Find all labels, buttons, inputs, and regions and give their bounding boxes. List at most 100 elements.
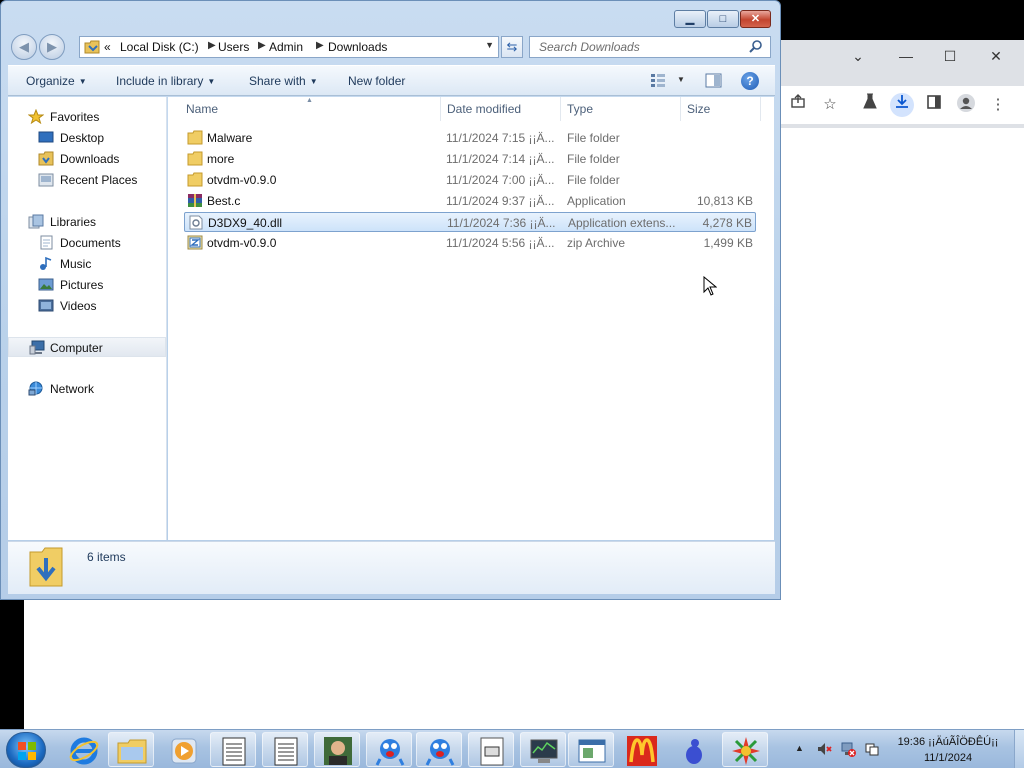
column-divider[interactable]: [560, 97, 561, 121]
labs-flask-icon[interactable]: [858, 93, 882, 117]
taskbar-explorer[interactable]: [108, 732, 154, 767]
breadcrumb-local-disk[interactable]: Local Disk (C:): [120, 40, 199, 54]
taskbar-notepad[interactable]: [210, 732, 256, 767]
file-date: 11/1/2024 7:14 ¡¡Ä...: [446, 152, 554, 166]
file-row[interactable]: Best.c 11/1/2024 9:37 ¡¡Ä... Application…: [184, 191, 756, 211]
profile-avatar-icon[interactable]: [954, 93, 978, 117]
file-date: 11/1/2024 7:00 ¡¡Ä...: [446, 173, 554, 187]
breadcrumb-separator-icon[interactable]: ▶: [316, 40, 324, 51]
taskbar-app-exe[interactable]: [468, 732, 514, 767]
taskbar-internet-explorer[interactable]: [60, 732, 106, 767]
tab-search-icon[interactable]: ⌄: [846, 46, 870, 66]
nav-network[interactable]: Network: [8, 379, 166, 399]
desktop-icon: [38, 131, 54, 143]
column-header-type[interactable]: Type: [567, 102, 593, 116]
nav-downloads[interactable]: Downloads: [8, 149, 166, 169]
nav-documents[interactable]: Documents: [8, 233, 166, 253]
show-desktop-button[interactable]: [1014, 730, 1024, 768]
nav-computer[interactable]: Computer: [8, 337, 166, 357]
file-type: zip Archive: [567, 236, 626, 250]
mouse-cursor-icon: [703, 276, 717, 296]
back-button[interactable]: ◀: [11, 34, 37, 60]
browser-menu-icon[interactable]: ⋮: [986, 93, 1010, 117]
nav-recent-places[interactable]: Recent Places: [8, 170, 166, 190]
colorful-app-icon: [732, 737, 760, 765]
browser-close-button[interactable]: ✕: [984, 46, 1008, 66]
column-divider[interactable]: [760, 97, 761, 121]
taskbar-notepad-2[interactable]: [262, 732, 308, 767]
breadcrumb-downloads[interactable]: Downloads: [328, 40, 387, 54]
close-button[interactable]: ✕: [740, 10, 771, 28]
help-icon[interactable]: ?: [741, 72, 759, 90]
taskbar-app-mcdonalds[interactable]: [618, 732, 664, 767]
downloads-folder-icon: [29, 547, 63, 587]
address-bar[interactable]: « Local Disk (C:) ▶ Users ▶ Admin ▶ Down…: [79, 36, 499, 58]
side-panel-icon[interactable]: [922, 93, 946, 117]
file-row[interactable]: more 11/1/2024 7:14 ¡¡Ä... File folder: [184, 149, 756, 169]
search-box[interactable]: [529, 36, 771, 58]
minimize-button[interactable]: ▁: [674, 10, 706, 28]
volume-muted-icon[interactable]: [816, 741, 832, 757]
taskbar-app-monitor[interactable]: [520, 732, 566, 767]
taskbar-app-blue-creature-2[interactable]: [416, 732, 462, 767]
refresh-button[interactable]: ⇆: [501, 36, 523, 58]
file-row[interactable]: Malware 11/1/2024 7:15 ¡¡Ä... File folde…: [184, 128, 756, 148]
show-hidden-icons-icon[interactable]: ▲: [795, 743, 804, 753]
nav-favorites[interactable]: Favorites: [8, 107, 166, 127]
forward-button[interactable]: ▶: [39, 34, 65, 60]
browser-maximize-button[interactable]: ☐: [938, 46, 962, 66]
new-folder-button[interactable]: New folder: [348, 74, 405, 88]
taskbar-app-figure[interactable]: [670, 732, 716, 767]
action-center-icon[interactable]: [864, 741, 880, 757]
file-row[interactable]: otvdm-v0.9.0 11/1/2024 7:00 ¡¡Ä... File …: [184, 170, 756, 190]
view-options-dropdown-icon[interactable]: ▼: [677, 75, 685, 84]
clock-time: 19:36 ¡¡ÄúÃÎÖÐÊÚ¡¡: [897, 736, 999, 748]
system-clock[interactable]: 19:36 ¡¡ÄúÃÎÖÐÊÚ¡¡ 11/1/2024: [885, 734, 1011, 766]
windows-logo-icon: [18, 742, 36, 760]
share-with-menu[interactable]: Share with ▼: [249, 74, 318, 88]
nav-pictures[interactable]: Pictures: [8, 275, 166, 295]
start-button[interactable]: [6, 732, 46, 768]
breadcrumb-separator-icon[interactable]: ▶: [258, 40, 266, 51]
column-divider[interactable]: [680, 97, 681, 121]
taskbar-media-player[interactable]: [160, 732, 206, 767]
network-error-icon[interactable]: [840, 741, 856, 757]
column-divider[interactable]: [440, 97, 441, 121]
breadcrumb-overflow[interactable]: «: [104, 40, 111, 54]
nav-documents-label: Documents: [60, 236, 121, 250]
taskbar-app-window[interactable]: [568, 732, 614, 767]
breadcrumb-separator-icon[interactable]: ▶: [208, 40, 216, 51]
search-input[interactable]: [530, 37, 740, 57]
share-icon[interactable]: [786, 93, 810, 117]
taskbar-app-blue-creature[interactable]: [366, 732, 412, 767]
breadcrumb-admin[interactable]: Admin: [269, 40, 303, 54]
preview-pane-icon[interactable]: [705, 73, 722, 88]
taskbar: ▲ 19:36 ¡¡ÄúÃÎÖÐÊÚ¡¡ 11/1/2024: [0, 729, 1024, 768]
column-header-name[interactable]: Name: [186, 102, 218, 116]
column-header-date[interactable]: Date modified: [447, 102, 521, 116]
folder-icon: [84, 40, 100, 54]
change-view-icon[interactable]: [650, 73, 666, 87]
file-row[interactable]: otvdm-v0.9.0 11/1/2024 5:56 ¡¡Ä... zip A…: [184, 233, 756, 253]
nav-libraries[interactable]: Libraries: [8, 212, 166, 232]
taskbar-app-portrait[interactable]: [314, 732, 360, 767]
search-icon[interactable]: [748, 39, 764, 55]
file-row-selected[interactable]: D3DX9_40.dll 11/1/2024 7:36 ¡¡Ä... Appli…: [184, 212, 756, 232]
bookmark-star-icon[interactable]: ☆: [818, 93, 842, 117]
organize-menu[interactable]: Organize ▼: [26, 74, 87, 88]
column-header-size[interactable]: Size: [687, 102, 710, 116]
nav-videos[interactable]: Videos: [8, 296, 166, 316]
window-app-icon: [578, 739, 606, 763]
nav-desktop[interactable]: Desktop: [8, 128, 166, 148]
include-in-library-label: Include in library: [116, 74, 204, 88]
download-icon[interactable]: [890, 93, 914, 117]
address-dropdown-icon[interactable]: ▼: [485, 40, 494, 50]
breadcrumb-users[interactable]: Users: [218, 40, 249, 54]
taskbar-app-colorful[interactable]: [722, 732, 768, 767]
include-in-library-menu[interactable]: Include in library ▼: [116, 74, 215, 88]
file-date: 11/1/2024 9:37 ¡¡Ä...: [446, 194, 554, 208]
browser-minimize-button[interactable]: —: [894, 46, 918, 66]
chevron-down-icon: ▼: [78, 77, 87, 86]
nav-music[interactable]: Music: [8, 254, 166, 274]
maximize-button[interactable]: □: [707, 10, 739, 28]
